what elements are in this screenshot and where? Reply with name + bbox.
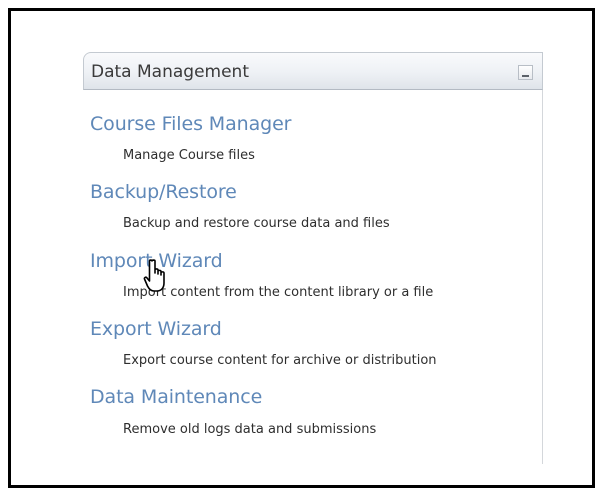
panel-header: Data Management [83,52,543,90]
course-files-manager-description: Manage Course files [123,148,255,163]
backup-restore-description: Backup and restore course data and files [123,216,390,231]
data-maintenance-description: Remove old logs data and submissions [123,422,377,437]
export-wizard-link[interactable]: Export Wizard [90,318,222,340]
backup-restore-link[interactable]: Backup/Restore [90,181,237,203]
export-wizard-description: Export course content for archive or dis… [123,353,437,368]
panel-title: Data Management [91,62,249,82]
hand-pointer-icon [143,259,165,292]
course-files-manager-link[interactable]: Course Files Manager [90,113,291,135]
minimize-icon[interactable] [518,65,533,80]
data-maintenance-link[interactable]: Data Maintenance [90,386,262,408]
